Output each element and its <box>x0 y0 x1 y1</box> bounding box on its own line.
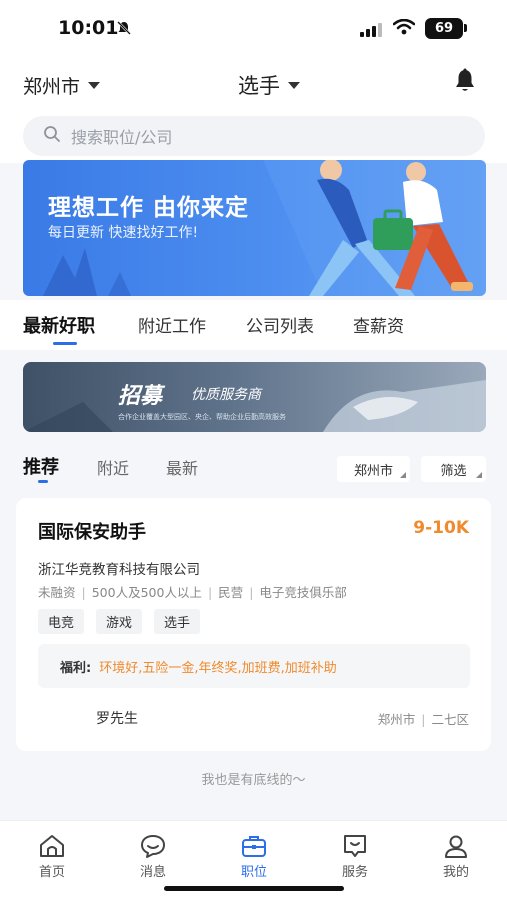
briefcase-icon <box>242 836 266 857</box>
battery-cap <box>464 24 467 32</box>
tabbar-label: 服务 <box>341 865 368 880</box>
tab-newest[interactable]: 最新 <box>166 455 198 479</box>
banner-title: 理想工作 由你来定 <box>48 195 250 221</box>
job-tag: 电竞 <box>38 609 85 634</box>
job-category-tabs: 最新好职 附近工作 公司列表 查薪资 <box>0 300 507 350</box>
cellular-signal-icon <box>360 22 384 41</box>
hero-banner[interactable]: 理想工作 由你来定 每日更新 快速找好工作! <box>23 160 486 296</box>
filter-button[interactable]: 筛选 <box>421 456 486 482</box>
city-selector[interactable]: 郑州市 <box>23 72 101 99</box>
city-filter-label: 郑州市 <box>353 463 393 479</box>
job-location: 郑州市 | 二七区 <box>377 712 469 727</box>
subtab-active-indicator <box>38 480 48 483</box>
role-selector-label: 选手 <box>238 74 280 98</box>
search-icon <box>43 125 61 147</box>
tabbar-label: 职位 <box>240 865 267 880</box>
tab-nearby[interactable]: 附近 <box>97 455 129 479</box>
chevron-down-icon <box>288 81 300 89</box>
filter-label: 筛选 <box>440 463 467 479</box>
promo-title: 招募 <box>118 384 163 409</box>
promo-subtitle: 优质服务商 <box>191 387 261 403</box>
job-salary: 9-10K <box>413 518 469 538</box>
job-tag: 选手 <box>154 609 201 634</box>
tabbar-label: 我的 <box>442 865 469 880</box>
tab-active-indicator <box>53 342 77 345</box>
silent-mode-icon <box>116 20 132 40</box>
home-indicator <box>164 886 344 891</box>
job-city: 郑州市 <box>377 712 416 727</box>
company-name: 浙江华竞教育科技有限公司 <box>38 562 200 578</box>
profile-icon <box>445 835 467 858</box>
banner-subtitle: 每日更新 快速找好工作! <box>48 225 199 241</box>
tabbar-item-home[interactable]: 首页 <box>22 833 82 880</box>
tabbar-item-messages[interactable]: 消息 <box>123 833 183 880</box>
home-icon <box>40 835 64 857</box>
wifi-icon <box>392 18 416 39</box>
role-selector[interactable]: 选手 <box>238 70 300 100</box>
battery-indicator: 69 <box>425 18 463 39</box>
service-icon <box>344 835 366 857</box>
city-selector-label: 郑州市 <box>23 76 81 98</box>
company-meta: 未融资 | 500人及500人以上 | 民营 | 电子竞技俱乐部 <box>38 585 347 600</box>
tab-recommended[interactable]: 推荐 <box>23 453 59 479</box>
status-bar: 10:01 69 <box>0 0 507 58</box>
job-title: 国际保安助手 <box>38 522 146 543</box>
job-district: 二七区 <box>431 712 469 727</box>
end-of-list-note: 我也是有底线的～ <box>201 773 306 788</box>
job-sort-tabs: 推荐 附近 最新 郑州市 筛选 <box>0 447 507 491</box>
tab-latest-jobs[interactable]: 最新好职 <box>23 312 95 338</box>
job-tags: 电竞 游戏 选手 <box>38 609 201 634</box>
status-time: 10:01 <box>58 17 119 39</box>
company-type: 民营 <box>218 585 244 600</box>
tabbar-item-profile[interactable]: 我的 <box>426 833 486 880</box>
company-size: 500人及500人以上 <box>91 585 202 600</box>
job-benefits: 福利: 环境好,五险一金,年终奖,加班费,加班补助 <box>38 644 470 688</box>
tabbar-label: 首页 <box>38 865 65 880</box>
promo-banner[interactable]: 招募 优质服务商 合作企业覆盖大型园区、央企、帮助企业后勤高效服务 <box>23 362 486 432</box>
tab-company-list[interactable]: 公司列表 <box>246 312 314 337</box>
benefits-label: 福利: <box>60 660 92 676</box>
job-tag: 游戏 <box>96 609 143 634</box>
search-section: 搜索职位/公司 <box>0 108 507 163</box>
recruiter-name: 罗先生 <box>96 711 138 727</box>
tabbar-label: 消息 <box>139 865 166 880</box>
notification-bell-icon[interactable] <box>453 68 477 98</box>
benefits-text: 环境好,五险一金,年终奖,加班费,加班补助 <box>99 660 337 676</box>
promo-small-text: 合作企业覆盖大型园区、央企、帮助企业后勤高效服务 <box>118 413 286 421</box>
tabbar-item-jobs[interactable]: 职位 <box>224 833 284 880</box>
corner-triangle-icon <box>476 472 482 478</box>
tab-check-salary[interactable]: 查薪资 <box>353 312 404 337</box>
tabbar-item-services[interactable]: 服务 <box>325 833 385 880</box>
company-industry: 电子竞技俱乐部 <box>259 585 347 600</box>
city-filter-button[interactable]: 郑州市 <box>337 456 410 482</box>
job-card[interactable]: 国际保安助手 9-10K 浙江华竞教育科技有限公司 未融资 | 500人及500人以… <box>16 498 491 751</box>
message-icon <box>141 835 165 858</box>
search-input[interactable]: 搜索职位/公司 <box>23 116 485 156</box>
top-bar: 郑州市 选手 <box>0 58 507 108</box>
corner-triangle-icon <box>400 472 406 478</box>
tab-nearby-jobs[interactable]: 附近工作 <box>138 312 206 337</box>
search-placeholder: 搜索职位/公司 <box>71 128 173 147</box>
company-funding: 未融资 <box>38 585 76 600</box>
chevron-down-icon <box>88 82 101 89</box>
